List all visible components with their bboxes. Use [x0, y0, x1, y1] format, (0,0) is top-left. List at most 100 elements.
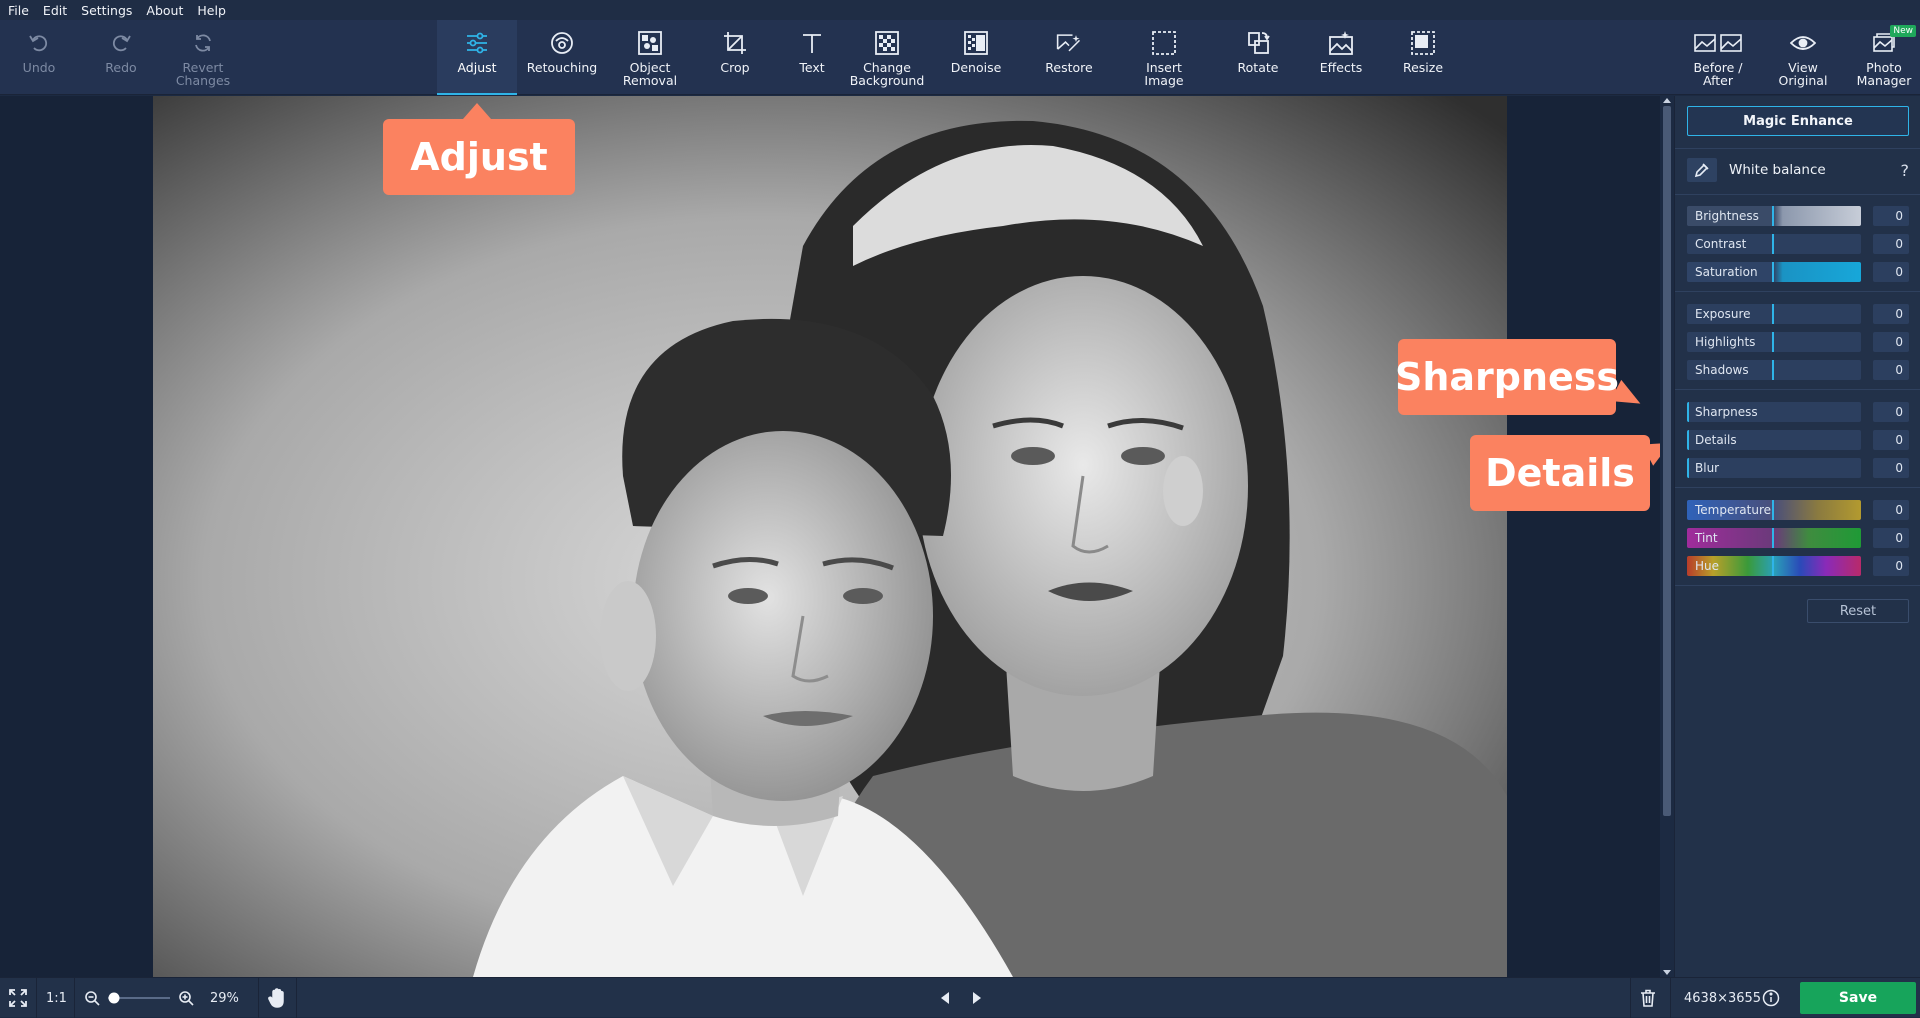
- exposure-slider[interactable]: Exposure: [1687, 304, 1861, 324]
- tab-crop[interactable]: Crop: [698, 20, 772, 95]
- slider-handle[interactable]: [1772, 206, 1774, 226]
- slider-handle[interactable]: [1687, 402, 1689, 422]
- tab-change-background[interactable]: Change Background: [846, 20, 928, 95]
- brightness-slider[interactable]: Brightness: [1687, 206, 1861, 226]
- slider-handle[interactable]: [1772, 234, 1774, 254]
- slider-label: Exposure: [1695, 307, 1751, 321]
- temperature-slider[interactable]: Temperature: [1687, 500, 1861, 520]
- highlights-slider[interactable]: Highlights: [1687, 332, 1861, 352]
- saturation-slider[interactable]: Saturation: [1687, 262, 1861, 282]
- brightness-value-field[interactable]: 0: [1873, 206, 1909, 226]
- slider-handle[interactable]: [1772, 304, 1774, 324]
- tint-slider[interactable]: Tint: [1687, 528, 1861, 548]
- resize-icon: [1409, 29, 1437, 57]
- tab-restore[interactable]: Restore: [1030, 20, 1108, 95]
- tint-value-field[interactable]: 0: [1873, 528, 1909, 548]
- next-image-button[interactable]: [970, 978, 984, 1018]
- view-original-button[interactable]: View Original: [1766, 20, 1840, 95]
- zoom-in-button[interactable]: [178, 978, 194, 1018]
- menu-file[interactable]: File: [8, 3, 29, 18]
- eyedropper-button[interactable]: [1687, 158, 1717, 182]
- panel-divider: [1675, 487, 1920, 488]
- zoom-out-icon: [85, 991, 100, 1006]
- slider-saturation: Saturation 0: [1687, 262, 1909, 282]
- slider-label: Hue: [1695, 559, 1720, 573]
- slider-handle[interactable]: [1772, 556, 1774, 576]
- revert-changes-button[interactable]: Revert Changes: [164, 20, 242, 95]
- photo-manager-button[interactable]: New Photo Manager: [1848, 20, 1920, 95]
- tab-effects[interactable]: Effects: [1302, 20, 1380, 95]
- menu-about[interactable]: About: [146, 3, 183, 18]
- redo-button[interactable]: Redo: [92, 20, 150, 95]
- scrollbar-thumb[interactable]: [1663, 106, 1671, 816]
- previous-image-button[interactable]: [938, 978, 952, 1018]
- tab-object-removal[interactable]: Object Removal: [611, 20, 689, 95]
- exposure-value-field[interactable]: 0: [1873, 304, 1909, 324]
- fullscreen-button[interactable]: [8, 978, 28, 1018]
- info-icon: [1762, 989, 1780, 1007]
- temperature-value-field[interactable]: 0: [1873, 500, 1909, 520]
- trash-icon: [1641, 989, 1655, 1007]
- tab-insert-image[interactable]: Insert Image: [1124, 20, 1204, 95]
- slider-handle[interactable]: [1772, 500, 1774, 520]
- shadows-value-field[interactable]: 0: [1873, 360, 1909, 380]
- actual-size-button[interactable]: 1:1: [46, 978, 67, 1018]
- menu-settings[interactable]: Settings: [81, 3, 132, 18]
- details-slider[interactable]: Details: [1687, 430, 1861, 450]
- sharpness-slider[interactable]: Sharpness: [1687, 402, 1861, 422]
- image-dimensions: 4638×3655: [1684, 990, 1762, 1006]
- fullscreen-icon: [9, 989, 27, 1007]
- undo-button[interactable]: Undo: [10, 20, 68, 95]
- slider-shadows: Shadows 0: [1687, 360, 1909, 380]
- hue-slider[interactable]: Hue: [1687, 556, 1861, 576]
- save-button[interactable]: Save: [1800, 982, 1916, 1014]
- tab-adjust[interactable]: Adjust: [437, 20, 517, 95]
- zoom-slider[interactable]: [106, 978, 172, 1018]
- saturation-value-field[interactable]: 0: [1873, 262, 1909, 282]
- sharpness-value-field[interactable]: 0: [1873, 402, 1909, 422]
- crop-icon: [721, 29, 749, 57]
- menu-bar: File Edit Settings About Help: [0, 0, 1920, 20]
- slider-highlights: Highlights 0: [1687, 332, 1909, 352]
- canvas-scrollbar[interactable]: [1660, 96, 1674, 977]
- tab-denoise[interactable]: Denoise: [937, 20, 1015, 95]
- tab-resize[interactable]: Resize: [1384, 20, 1462, 95]
- menu-help[interactable]: Help: [197, 3, 226, 18]
- slider-tint: Tint 0: [1687, 528, 1909, 548]
- help-icon[interactable]: ?: [1901, 161, 1910, 180]
- panel-divider: [1675, 291, 1920, 292]
- contrast-value-field[interactable]: 0: [1873, 234, 1909, 254]
- blur-value-field[interactable]: 0: [1873, 458, 1909, 478]
- menu-edit[interactable]: Edit: [43, 3, 67, 18]
- tab-text[interactable]: Text: [775, 20, 849, 95]
- slider-handle[interactable]: [1772, 528, 1774, 548]
- view-original-label-2: Original: [1778, 73, 1828, 88]
- tab-retouching[interactable]: Retouching: [523, 20, 601, 95]
- zoom-out-button[interactable]: [84, 978, 100, 1018]
- scroll-down-arrow-icon[interactable]: [1663, 970, 1671, 975]
- blur-slider[interactable]: Blur: [1687, 458, 1861, 478]
- scroll-up-arrow-icon[interactable]: [1663, 98, 1671, 103]
- magic-enhance-button[interactable]: Magic Enhance: [1687, 106, 1909, 136]
- delete-button[interactable]: [1640, 978, 1656, 1018]
- photo-canvas[interactable]: [153, 96, 1507, 977]
- canvas-area[interactable]: Adjust Sharpness Details: [0, 96, 1677, 977]
- hue-value-field[interactable]: 0: [1873, 556, 1909, 576]
- before-after-icon: [1694, 29, 1742, 57]
- contrast-slider[interactable]: Contrast: [1687, 234, 1861, 254]
- status-separator: [258, 978, 259, 1018]
- slider-handle[interactable]: [1687, 458, 1689, 478]
- undo-icon: [25, 29, 53, 57]
- shadows-slider[interactable]: Shadows: [1687, 360, 1861, 380]
- reset-button[interactable]: Reset: [1807, 599, 1909, 623]
- slider-handle[interactable]: [1772, 332, 1774, 352]
- before-after-button[interactable]: Before / After: [1683, 20, 1753, 95]
- details-value-field[interactable]: 0: [1873, 430, 1909, 450]
- tab-rotate[interactable]: Rotate: [1219, 20, 1297, 95]
- slider-handle[interactable]: [1772, 360, 1774, 380]
- highlights-value-field[interactable]: 0: [1873, 332, 1909, 352]
- slider-handle[interactable]: [1687, 430, 1689, 450]
- hand-tool-button[interactable]: [268, 978, 286, 1018]
- info-button[interactable]: [1762, 978, 1780, 1018]
- slider-handle[interactable]: [1772, 262, 1774, 282]
